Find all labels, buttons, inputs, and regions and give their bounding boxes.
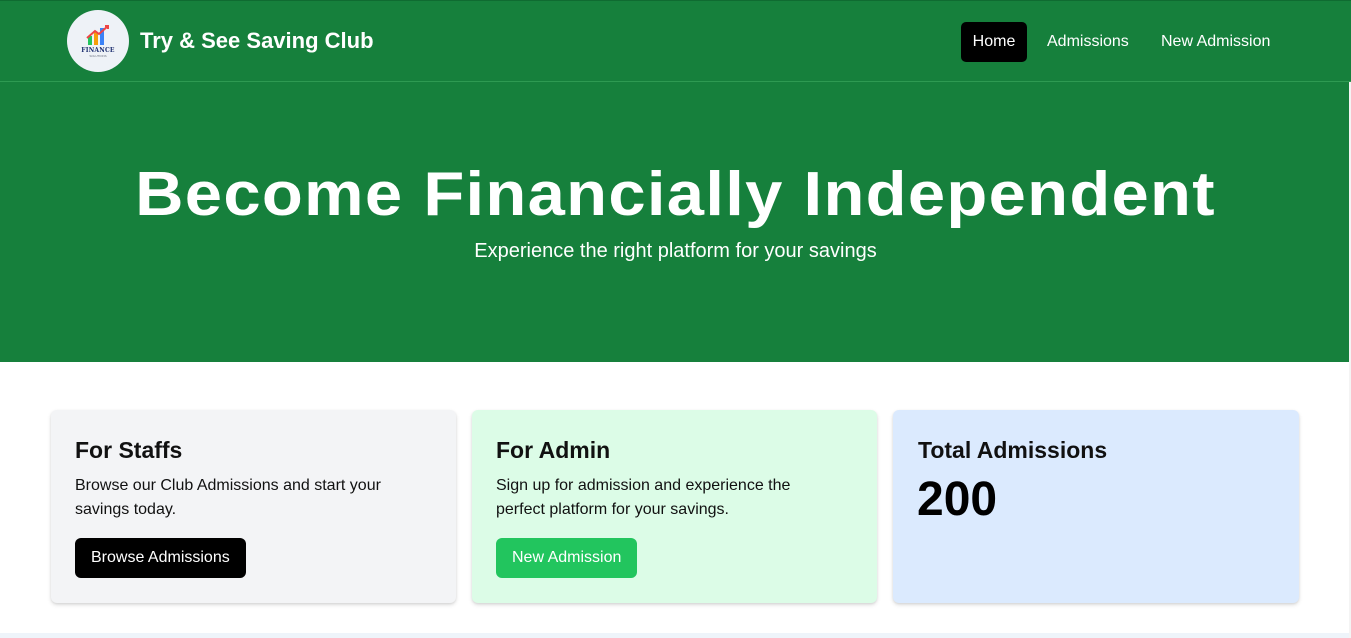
total-admissions-title: Total Admissions (918, 437, 1108, 463)
total-admissions-card: Total Admissions 200 (893, 410, 1299, 603)
nav-admissions-link[interactable]: Admissions (1047, 22, 1129, 62)
nav-home-link[interactable]: Home (961, 22, 1027, 62)
staff-card-text: Browse our Club Admissions and start you… (75, 477, 381, 518)
logo-chart-icon (86, 25, 109, 45)
hero-section: Become Financially Independent Experienc… (0, 82, 1351, 362)
admin-card-title: For Admin (496, 437, 611, 463)
logo-text: FINANCE (81, 47, 115, 54)
navbar: FINANCE SOLUTIONS Try & See Saving Club … (0, 0, 1351, 82)
finance-logo-icon[interactable]: FINANCE SOLUTIONS (67, 10, 129, 72)
admin-card: For Admin Sign up for admission and expe… (472, 410, 877, 603)
admin-card-text: Sign up for admission and experience the… (496, 477, 791, 518)
nav-new-admission-link[interactable]: New Admission (1161, 22, 1270, 62)
logo-subtext: SOLUTIONS (89, 54, 107, 58)
new-admission-button[interactable]: New Admission (496, 538, 638, 578)
browse-admissions-button[interactable]: Browse Admissions (75, 538, 246, 578)
staff-card: For Staffs Browse our Club Admissions an… (51, 410, 456, 603)
hero-subtitle: Experience the right platform for your s… (474, 240, 877, 262)
staff-card-title: For Staffs (75, 437, 183, 463)
hero-title: Become Financially Independent (135, 160, 1216, 229)
page-bottom-divider (0, 633, 1351, 638)
total-admissions-count: 200 (917, 473, 998, 526)
brand-name[interactable]: Try & See Saving Club (140, 28, 374, 54)
